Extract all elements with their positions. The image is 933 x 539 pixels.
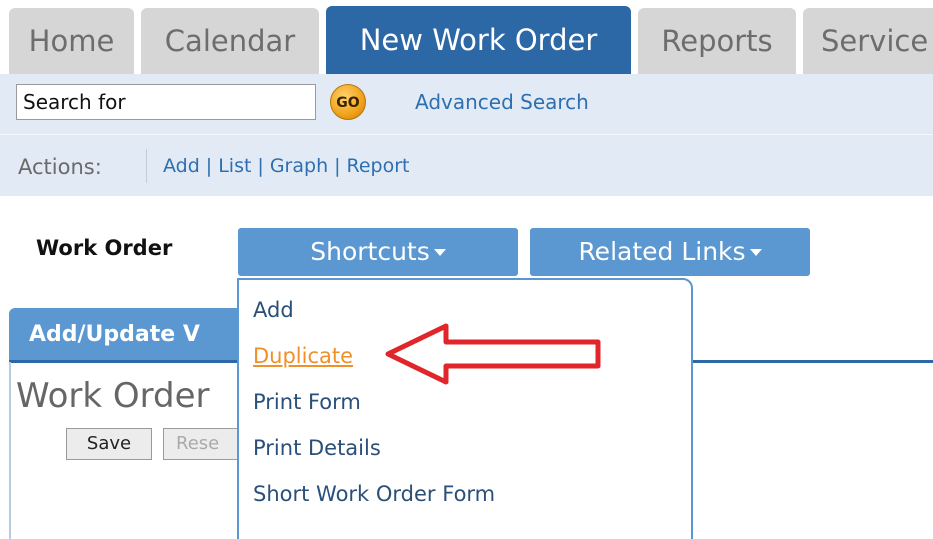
caret-down-icon [749, 248, 762, 256]
tab-home[interactable]: Home [9, 8, 134, 74]
shortcuts-button[interactable]: Shortcuts [238, 228, 518, 276]
action-add-link[interactable]: Add [163, 155, 200, 177]
menu-item-print-details[interactable]: Print Details [253, 436, 381, 460]
menu-item-print-form[interactable]: Print Form [253, 390, 361, 414]
shortcuts-menu: Add Duplicate Print Form Print Details S… [237, 278, 693, 539]
advanced-search-link[interactable]: Advanced Search [415, 90, 589, 114]
actions-bar: Actions: Add | List | Graph | Report [0, 134, 933, 196]
menu-item-add[interactable]: Add [253, 298, 294, 322]
actions-links: Add | List | Graph | Report [163, 155, 410, 177]
actions-divider [146, 149, 147, 183]
red-arrow-icon [385, 323, 601, 385]
caret-down-icon [433, 248, 446, 256]
pipe-separator: | [334, 155, 341, 177]
go-button[interactable]: GO [330, 84, 366, 120]
main-tab-bar: Home Calendar New Work Order Reports Ser… [0, 0, 933, 74]
menu-item-duplicate[interactable]: Duplicate [253, 344, 353, 368]
tab-calendar[interactable]: Calendar [141, 8, 319, 74]
related-links-label: Related Links [578, 237, 746, 266]
panel-tab[interactable]: Add/Update V [9, 308, 259, 362]
menu-item-short-work-order-form[interactable]: Short Work Order Form [253, 482, 495, 506]
tab-new-work-order[interactable]: New Work Order [326, 6, 631, 74]
pipe-separator: | [205, 155, 213, 177]
action-report-link[interactable]: Report [347, 155, 410, 177]
tab-reports[interactable]: Reports [638, 8, 796, 74]
save-button[interactable]: Save [66, 428, 152, 460]
pipe-separator: | [257, 155, 264, 177]
action-graph-link[interactable]: Graph [270, 155, 328, 177]
tab-service[interactable]: Service [803, 8, 933, 74]
section-label: Work Order [36, 236, 173, 260]
search-input[interactable] [16, 84, 316, 120]
panel-border [9, 362, 11, 539]
shortcuts-label: Shortcuts [310, 237, 430, 266]
form-title: Work Order [16, 376, 210, 416]
search-bar: GO Advanced Search [0, 74, 933, 134]
action-list-link[interactable]: List [218, 155, 251, 177]
actions-label: Actions: [18, 155, 102, 179]
related-links-button[interactable]: Related Links [530, 228, 810, 276]
